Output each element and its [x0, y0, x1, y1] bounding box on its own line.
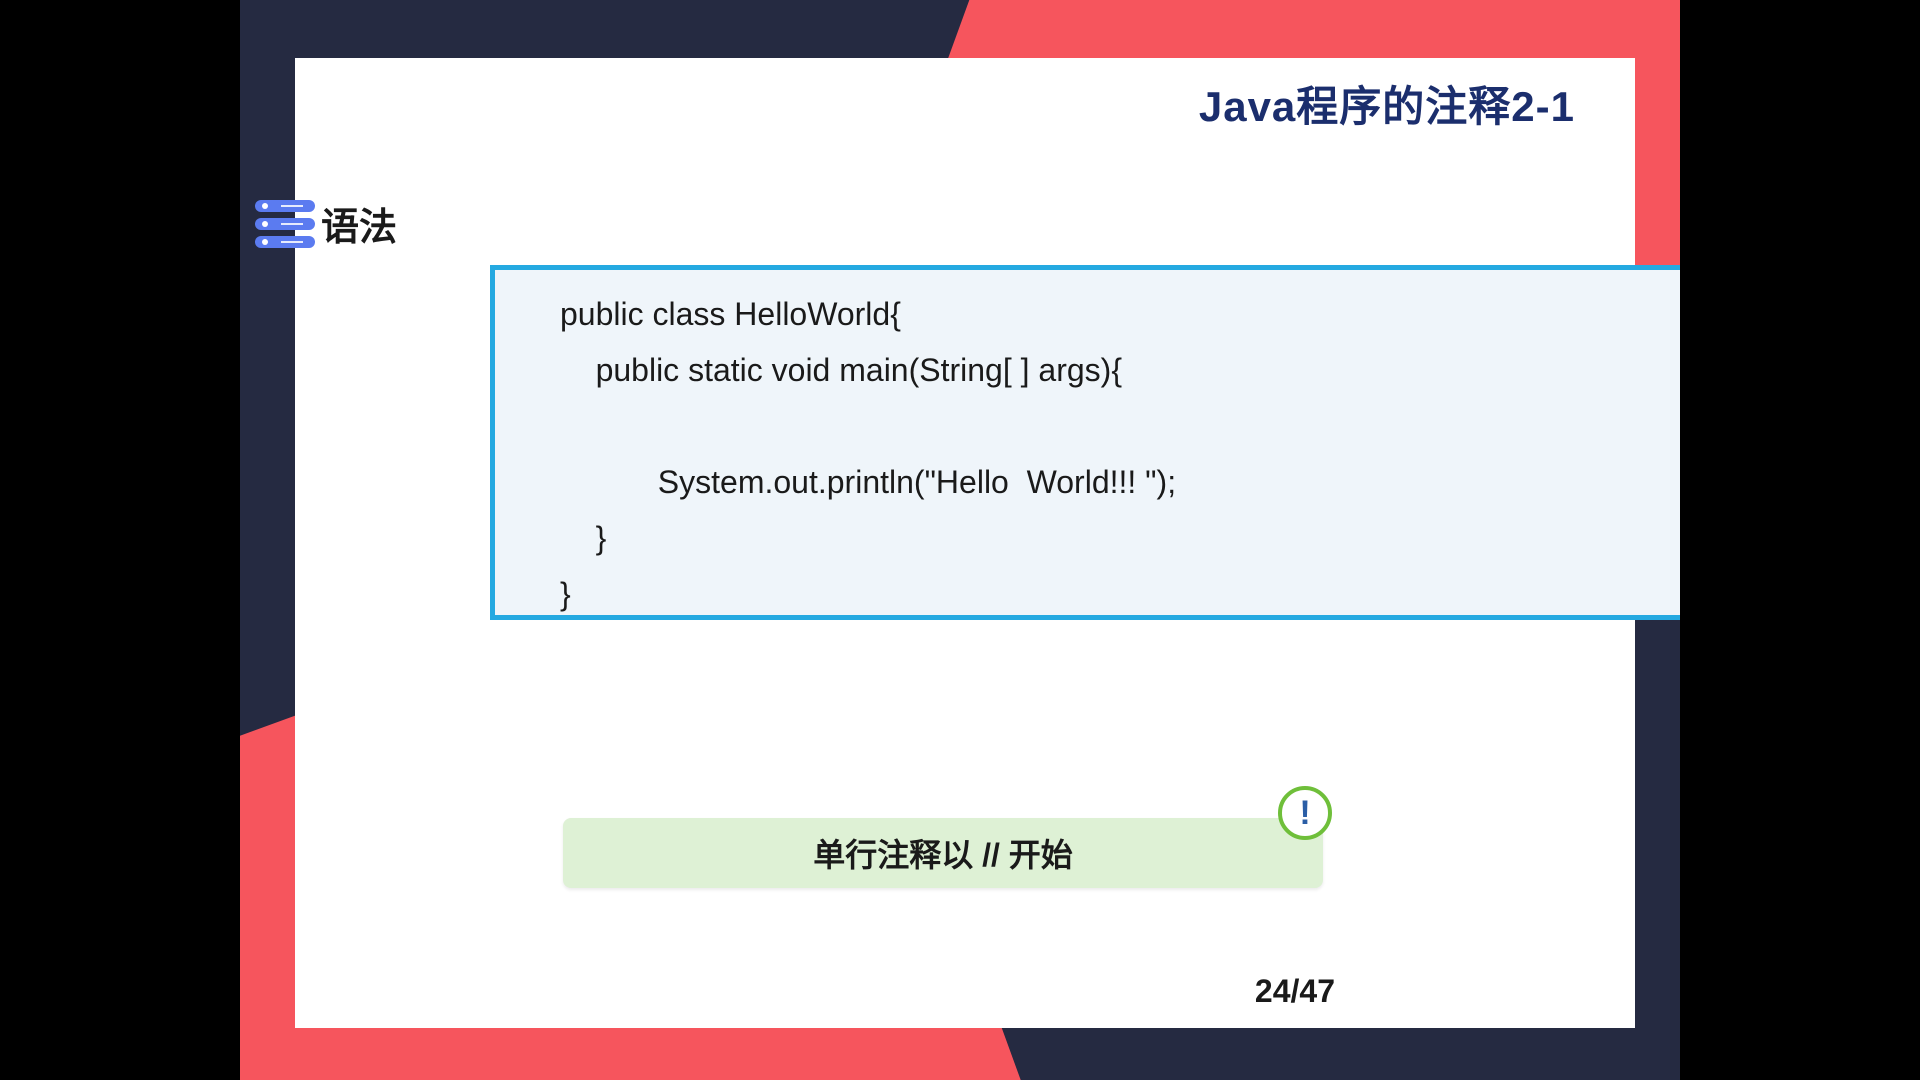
page-total: 47	[1299, 973, 1335, 1009]
code-content: public class HelloWorld{ public static v…	[560, 286, 1176, 622]
server-icon	[255, 200, 315, 248]
exclamation-icon: !	[1278, 786, 1332, 840]
slide-title: Java程序的注释2-1	[1199, 73, 1575, 134]
exclamation-mark: !	[1299, 794, 1310, 833]
slide-stage: Java程序的注释2-1 语法 public class HelloWorld{…	[240, 0, 1680, 1080]
code-box: public class HelloWorld{ public static v…	[490, 265, 1680, 620]
note-box: 单行注释以 // 开始 !	[563, 818, 1323, 888]
note-text: 单行注释以 // 开始	[813, 830, 1073, 876]
page-number: 24/47	[1255, 973, 1335, 1010]
section-label-text: 语法	[321, 196, 397, 251]
page-current: 24	[1255, 973, 1291, 1009]
slide-card: Java程序的注释2-1 语法 public class HelloWorld{…	[295, 58, 1635, 1028]
section-label: 语法	[255, 196, 397, 251]
